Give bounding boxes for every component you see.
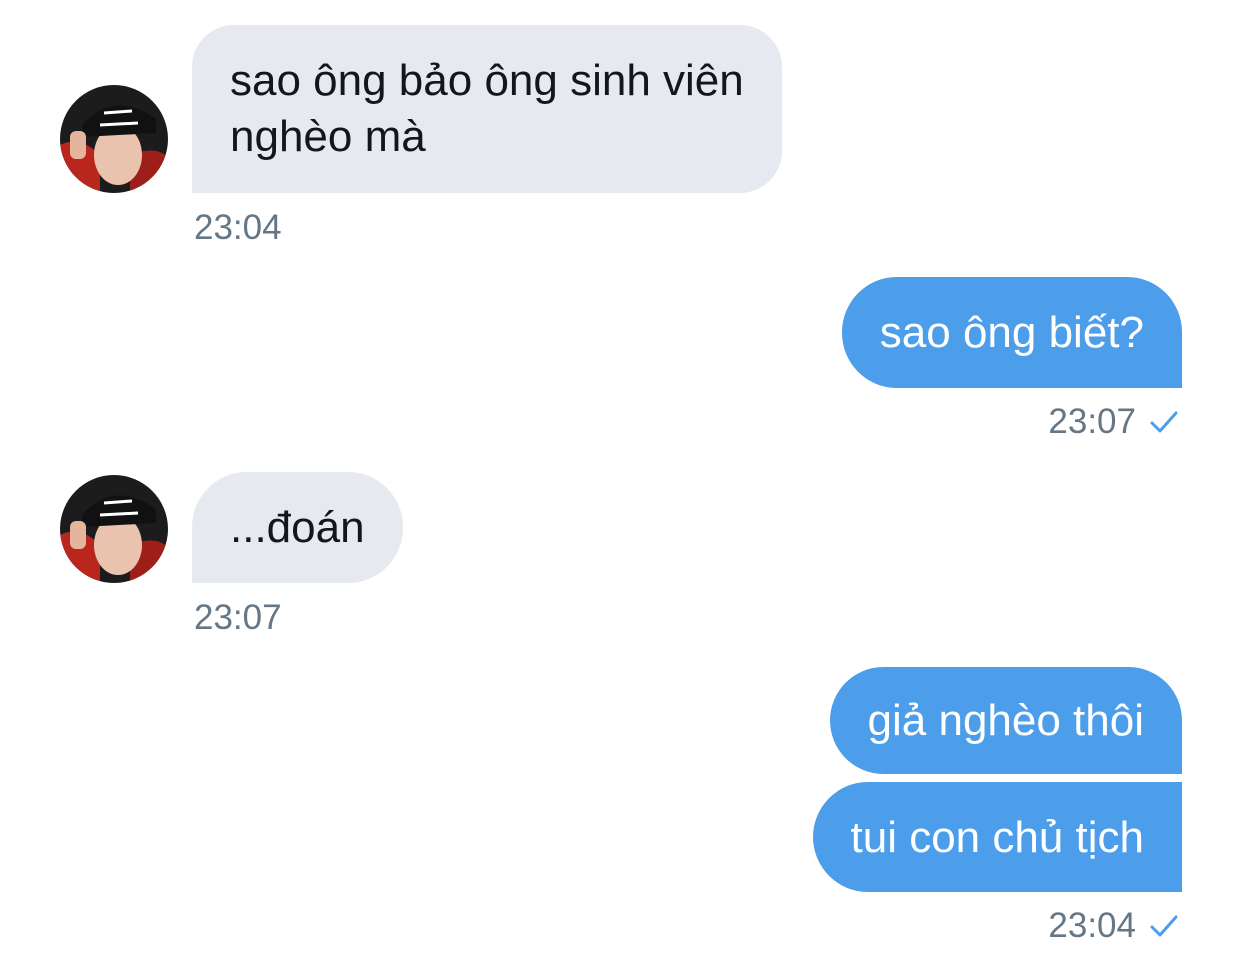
- message-text: ...đoán: [230, 503, 365, 552]
- check-icon: [1150, 914, 1178, 938]
- message-text: nghèo mà: [230, 112, 426, 161]
- message-text: tui con chủ tịch: [850, 813, 1145, 862]
- message-text: sao ông bảo ông sinh viên: [230, 56, 744, 105]
- avatar-photo: [60, 475, 168, 583]
- check-icon: [1150, 410, 1178, 434]
- message-meta: 23:07: [1048, 402, 1178, 442]
- avatar-photo: [60, 85, 168, 193]
- message-bubble-outgoing[interactable]: giả nghèo thôi: [829, 667, 1182, 774]
- message-text: giả nghèo thôi: [867, 696, 1144, 745]
- message-bubble-incoming[interactable]: ...đoán: [192, 472, 403, 583]
- contact-avatar[interactable]: [60, 475, 168, 583]
- message-timestamp: 23:04: [194, 208, 282, 247]
- chat-thread: sao ông bảo ông sinh viên nghèo mà 23:04…: [0, 0, 1242, 976]
- message-meta: 23:04: [1048, 906, 1178, 946]
- contact-avatar[interactable]: [60, 85, 168, 193]
- message-bubble-outgoing[interactable]: sao ông biết?: [841, 277, 1182, 388]
- message-text: sao ông biết?: [879, 308, 1144, 357]
- message-timestamp: 23:07: [194, 598, 282, 637]
- message-timestamp: 23:04: [1048, 906, 1136, 945]
- message-bubble-incoming[interactable]: sao ông bảo ông sinh viên nghèo mà: [192, 25, 782, 193]
- message-bubble-outgoing[interactable]: tui con chủ tịch: [812, 782, 1182, 892]
- message-timestamp: 23:07: [1048, 402, 1136, 441]
